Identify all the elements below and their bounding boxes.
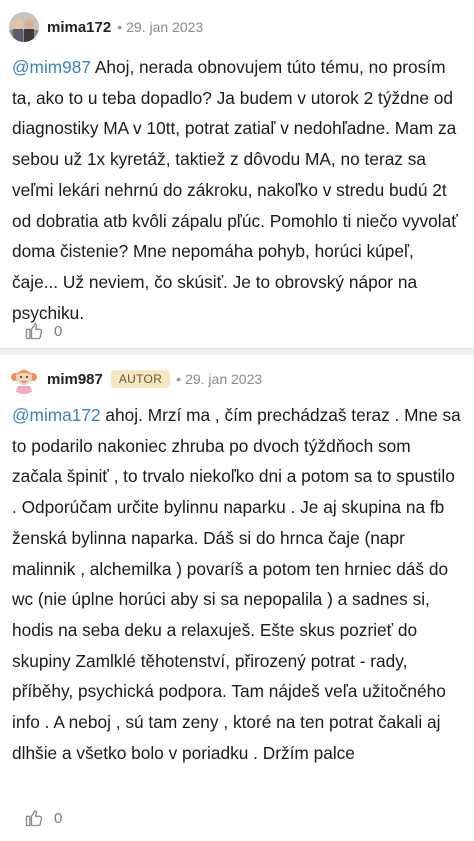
comment-header: mima172 • 29. jan 2023 xyxy=(9,12,203,42)
user-mention[interactable]: @mim987 xyxy=(12,57,91,77)
like-button[interactable]: 0 xyxy=(24,321,62,341)
like-button[interactable]: 0 xyxy=(24,808,62,828)
thumbs-up-icon xyxy=(25,323,43,340)
comment-body: ahoj. Mrzí ma , čím prechádzaš teraz . M… xyxy=(12,405,461,763)
avatar[interactable] xyxy=(9,364,39,394)
author-badge: AUTOR xyxy=(110,370,171,388)
avatar[interactable] xyxy=(9,12,39,42)
user-mention[interactable]: @mima172 xyxy=(12,405,101,425)
comment-text: @mima172 ahoj. Mrzí ma , čím prechádzaš … xyxy=(12,400,464,768)
author-name[interactable]: mima172 xyxy=(47,19,111,36)
comment-post: mim987 AUTOR • 29. jan 2023 @mima172 aho… xyxy=(0,355,474,841)
like-count: 0 xyxy=(54,809,63,827)
post-date: 29. jan 2023 xyxy=(126,19,204,35)
comment-body: Ahoj, nerada obnovujem túto tému, no pro… xyxy=(12,57,458,323)
separator-dot: • xyxy=(176,371,182,387)
post-date: 29. jan 2023 xyxy=(185,371,263,387)
like-count: 0 xyxy=(54,322,63,340)
comment-header: mim987 AUTOR • 29. jan 2023 xyxy=(9,364,262,394)
cartoon-girl-avatar-icon xyxy=(9,364,39,394)
post-divider xyxy=(0,348,474,355)
comment-text: @mim987 Ahoj, nerada obnovujem túto tému… xyxy=(12,52,464,328)
author-name[interactable]: mim987 xyxy=(47,371,103,388)
comment-post: mima172 • 29. jan 2023 @mim987 Ahoj, ner… xyxy=(0,0,474,348)
separator-dot: • xyxy=(117,19,123,35)
user-photo-icon xyxy=(9,12,39,42)
thumbs-up-icon xyxy=(25,810,43,827)
